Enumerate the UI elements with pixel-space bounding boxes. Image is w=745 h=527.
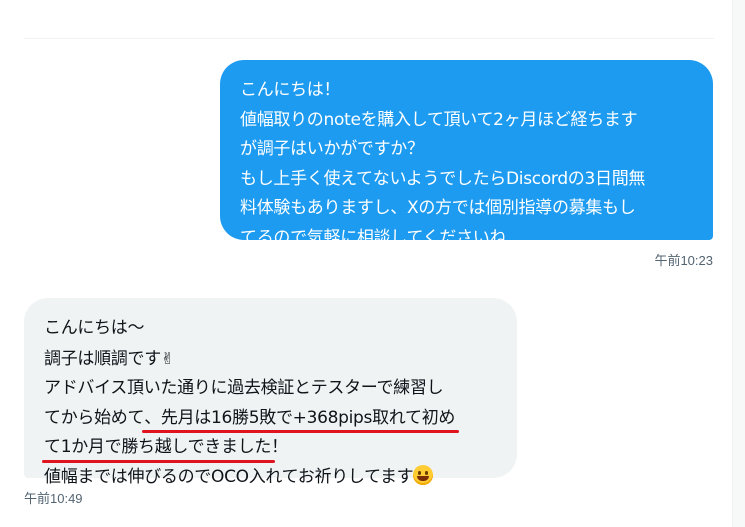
sent-message-bubble[interactable]: こんにちは！ 値幅取りのnoteを購入して頂いて2ヶ月ほど経ちます が調子はいか…	[220, 60, 713, 248]
message-line: こんにちは～	[44, 318, 145, 338]
divider	[24, 38, 714, 39]
victory-hand-icon: ✌	[160, 348, 175, 368]
grinning-face-icon	[413, 464, 434, 485]
message-text: 調子は順調です	[44, 348, 161, 369]
message-line: が調子はいかがですか？	[240, 139, 424, 159]
message-text: てから始めて	[44, 407, 145, 428]
message-line: 調子は順調です✌	[44, 344, 499, 375]
message-text: ！	[271, 437, 288, 457]
underlined-highlight: て1か月で勝ち越しできました	[41, 433, 276, 463]
message-line: て1か月で勝ち越しできました！	[41, 433, 499, 463]
scrollbar-track[interactable]	[732, 0, 745, 527]
received-message-bubble[interactable]: こんにちは～ 調子は順調です✌ アドバイス頂いた通りに過去検証とテスターで練習し…	[24, 298, 517, 487]
message-line: もし上手く使えてないようでしたらDiscordの3日間無	[240, 168, 646, 189]
received-timestamp: 午前10:49	[24, 491, 83, 506]
sent-timestamp: 午前10:23	[654, 253, 713, 268]
message-line: てから始めて、先月は16勝5敗で+368pips取れて初め	[44, 404, 499, 434]
message-line: 値幅取りのnoteを購入して頂いて2ヶ月ほど経ちます	[240, 109, 638, 130]
message-line: 値幅までは伸びるのでOCO入れてお祈りしてます	[44, 463, 499, 493]
message-line: こんにちは！	[240, 80, 341, 100]
message-text: 値幅までは伸びるのでOCO入れてお祈りしてます	[44, 466, 414, 487]
message-line: アドバイス頂いた通りに過去検証とテスターで練習し	[44, 378, 444, 398]
conversation-panel: こんにちは！ 値幅取りのnoteを購入して頂いて2ヶ月ほど経ちます が調子はいか…	[0, 0, 733, 527]
message-line: 料体験もありますし、Xの方では個別指導の募集もし	[240, 198, 636, 218]
underlined-highlight: 、先月は16勝5敗で+368pips取れて初め	[142, 404, 460, 434]
message-line: てるので気軽に相談してくださいね	[240, 227, 507, 248]
